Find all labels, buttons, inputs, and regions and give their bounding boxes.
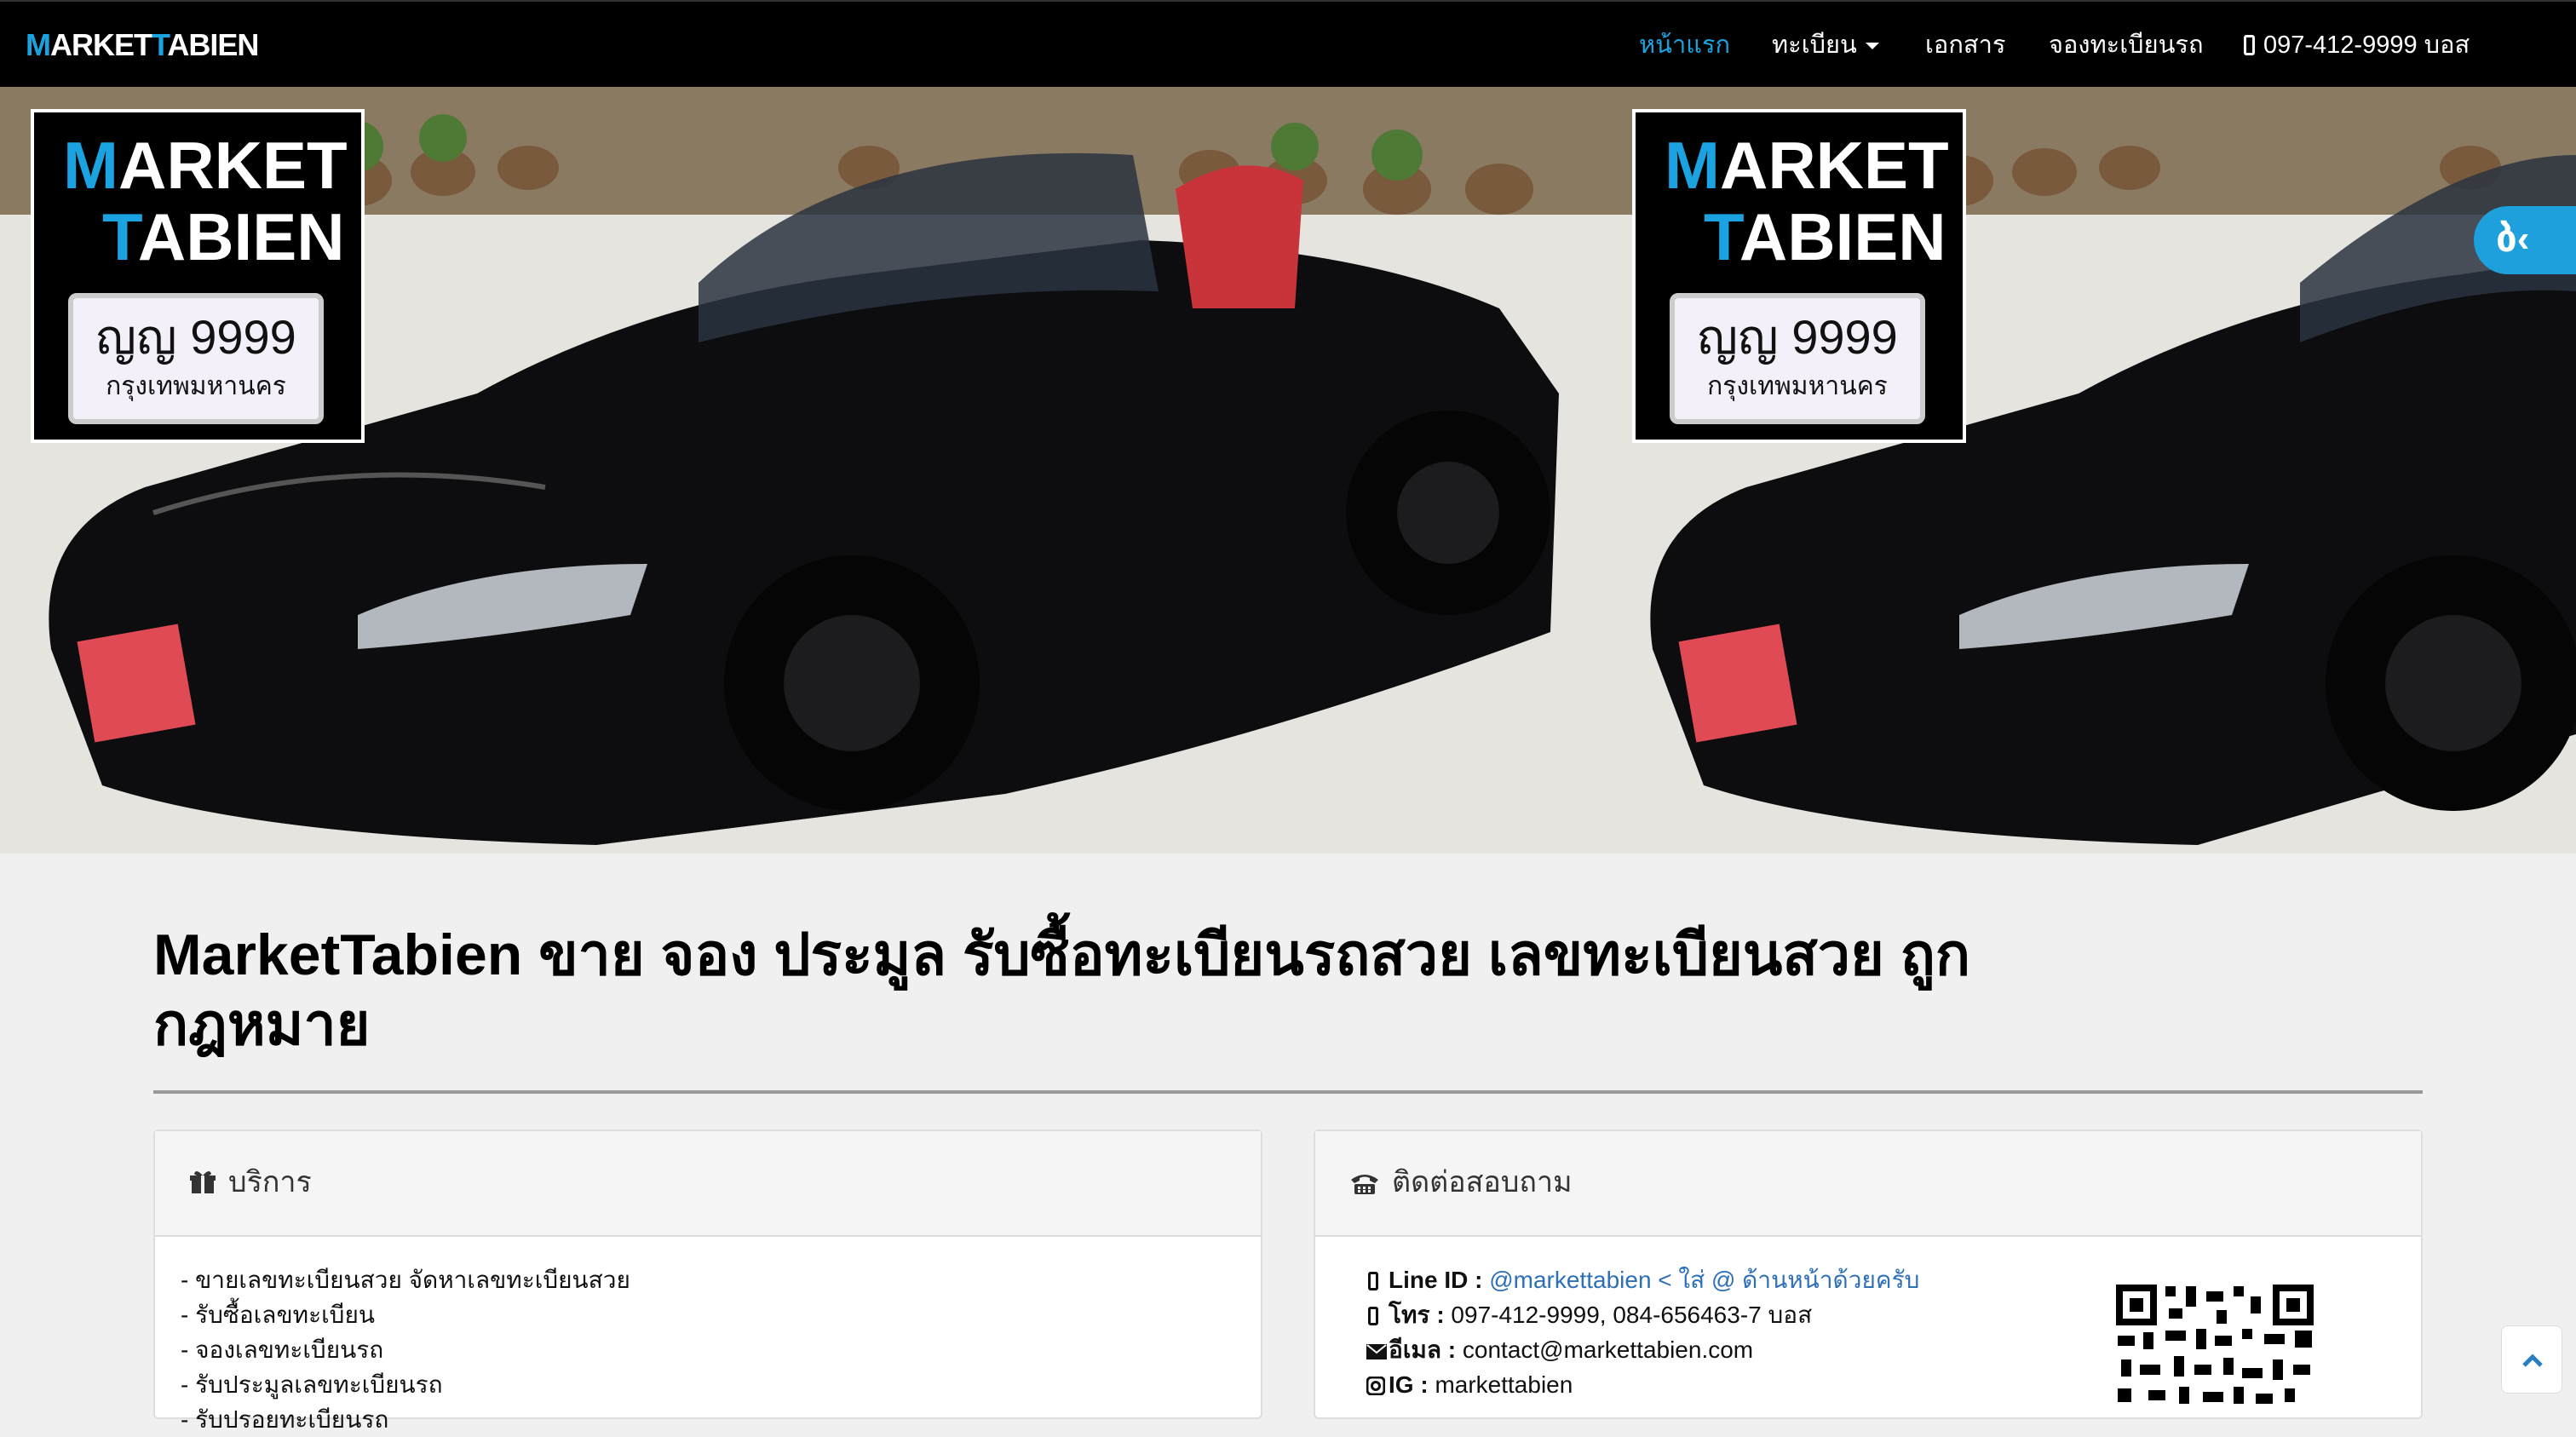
contact-ig-row: IG : markettabien [1366,1367,1919,1402]
tel-label: โทร : [1389,1302,1445,1328]
contact-details: Line ID : @markettabien < ใส่ @ ด้านหน้า… [1366,1262,1919,1402]
chevron-up-icon [2522,1354,2543,1367]
contact-title: ติดต่อสอบถาม [1392,1166,1573,1198]
nav-phone[interactable]: 097-412-9999 บอส [2244,27,2470,63]
email-label: อีเมล : [1389,1336,1457,1363]
services-panel-header: บริการ [155,1131,1261,1237]
hero-carousel[interactable]: MARKET TABIEN ญญ 9999 กรุงเทพมหานคร MARK… [0,87,2576,854]
service-item: - ขายเลขทะเบียนสวย จัดหาเลขทะเบียนสวย [181,1267,630,1293]
service-item: - จองเลขทะเบียนรถ [181,1336,384,1363]
mobile-phone-icon [1368,1272,1378,1290]
ig-label: IG : [1389,1371,1429,1398]
nav-documents[interactable]: เอกสาร [1925,27,2005,63]
nav-registration-label: ทะเบียน [1772,32,1857,59]
license-plate-1: ญญ 9999 กรุงเทพมหานคร [68,293,324,424]
services-panel: บริการ - ขายเลขทะเบียนสวย จัดหาเลขทะเบีย… [153,1129,1262,1433]
nav-registration-dropdown[interactable]: ทะเบียน [1772,27,1879,63]
brand-text-arket: ARKET [50,27,152,62]
line-id-link[interactable]: @markettabien < ใส่ @ ด้านหน้าด้วยครับ [1489,1267,1919,1293]
gift-icon [190,1170,216,1193]
contact-line-row: Line ID : @markettabien < ใส่ @ ด้านหน้า… [1366,1262,1919,1297]
services-title: บริการ [228,1166,312,1198]
top-navbar: MARKETTABIEN หน้าแรก ทะเบียน เอกสาร จองท… [0,0,2576,87]
contact-email-row: อีเมล : contact@markettabien.com [1366,1332,1919,1367]
hero-logo-badge-1: MARKET TABIEN ญญ 9999 กรุงเทพมหานคร [31,109,365,443]
brand-initial-m: M [26,27,51,62]
nav-reserve-plate[interactable]: จองทะเบียนรถ [2049,27,2204,63]
email-value: contact@markettabien.com [1462,1336,1754,1363]
service-item: - รับปรอยทะเบียนรถ [181,1406,389,1433]
envelope-icon [1366,1344,1387,1359]
mobile-phone-icon [2244,35,2255,55]
nav-phone-number: 097-412-9999 บอส [2263,32,2470,59]
brand-initial-t: T [152,27,168,62]
side-tab-label: ბ‹ [2496,218,2530,260]
services-list: - ขายเลขทะเบียนสวย จัดหาเลขทะเบียนสวย - … [181,1262,630,1437]
side-social-tab[interactable]: ბ‹ [2474,206,2576,274]
page-title: MarketTabien ขาย จอง ประมูล รับซื้อทะเบี… [153,923,1971,1057]
nav-home[interactable]: หน้าแรก [1639,27,1730,63]
service-item: - รับซื้อเลขทะเบียน [181,1302,375,1328]
hero-slide-1: MARKET TABIEN ญญ 9999 กรุงเทพมหานคร [0,87,1601,854]
qr-code-image [2114,1283,2315,1411]
tel-value: 097-412-9999, 084-656463-7 บอส [1451,1302,1813,1328]
contact-panel: ติดต่อสอบถาม Line ID : @markettabien < ใ… [1314,1129,2423,1419]
caret-down-icon [1865,43,1879,50]
back-to-top-button[interactable] [2501,1325,2562,1394]
line-label: Line ID : [1389,1267,1483,1293]
brand-logo[interactable]: MARKETTABIEN [26,27,259,63]
title-divider [153,1090,2423,1094]
service-item: - รับประมูลเลขทะเบียนรถ [181,1371,443,1398]
mobile-phone-icon [1368,1307,1378,1325]
instagram-icon [1366,1376,1386,1396]
phone-alt-icon [1351,1175,1378,1194]
hero-slide-2: MARKET TABIEN ญญ 9999 กรุงเทพมหานคร [1601,87,2576,854]
contact-panel-header: ติดต่อสอบถาม [1315,1131,2421,1237]
contact-tel-row: โทร : 097-412-9999, 084-656463-7 บอส [1366,1297,1919,1332]
ig-value: markettabien [1435,1371,1573,1398]
license-plate-2: ญญ 9999 กรุงเทพมหานคร [1670,293,1925,424]
brand-text-abien: ABIEN [167,27,259,62]
hero-logo-badge-2: MARKET TABIEN ญญ 9999 กรุงเทพมหานคร [1632,109,1966,443]
